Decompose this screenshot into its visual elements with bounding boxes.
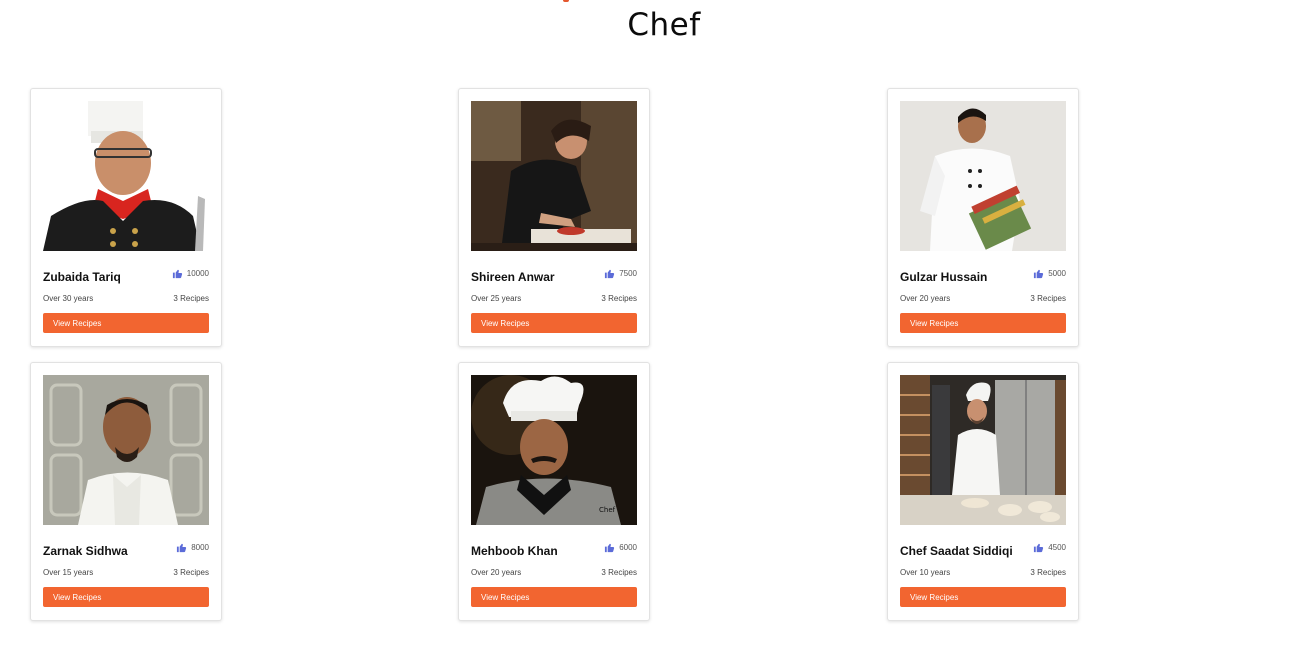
chef-name: Chef Saadat Siddiqi — [900, 544, 1013, 558]
likes-count: 5000 — [1048, 269, 1066, 278]
chef-photo[interactable] — [900, 375, 1066, 525]
experience: Over 25 years — [471, 294, 522, 303]
likes: 8000 — [176, 542, 209, 553]
chef-card: Zarnak Sidhwa 8000 Over 15 years 3 Recip… — [30, 362, 222, 621]
chef-name: Zarnak Sidhwa — [43, 544, 128, 558]
top-accent — [563, 0, 569, 2]
experience: Over 20 years — [471, 568, 522, 577]
likes: 10000 — [172, 268, 209, 279]
likes-count: 8000 — [191, 543, 209, 552]
thumbs-up-icon[interactable] — [604, 268, 615, 279]
experience: Over 30 years — [43, 294, 94, 303]
chef-photo[interactable]: Chef — [471, 375, 637, 525]
likes: 6000 — [604, 542, 637, 553]
thumbs-up-icon[interactable] — [604, 542, 615, 553]
likes-count: 7500 — [619, 269, 637, 278]
chef-name: Gulzar Hussain — [900, 270, 988, 284]
thumbs-up-icon[interactable] — [176, 542, 187, 553]
likes: 7500 — [604, 268, 637, 279]
likes-count: 6000 — [619, 543, 637, 552]
experience: Over 15 years — [43, 568, 94, 577]
likes-count: 10000 — [186, 269, 209, 278]
chef-photo[interactable] — [43, 375, 209, 525]
view-recipes-button[interactable]: View Recipes — [900, 313, 1066, 333]
view-recipes-button[interactable]: View Recipes — [43, 313, 209, 333]
chef-card: Chef Saadat Siddiqi 4500 Over 10 years 3… — [887, 362, 1079, 621]
thumbs-up-icon[interactable] — [1033, 268, 1044, 279]
chef-card: Zubaida Tariq 10000 Over 30 years 3 Reci… — [30, 88, 222, 347]
svg-text:Chef: Chef — [599, 506, 616, 514]
view-recipes-button[interactable]: View Recipes — [43, 587, 209, 607]
chef-name: Mehboob Khan — [471, 544, 558, 558]
chef-photo[interactable] — [43, 101, 209, 251]
chef-photo[interactable] — [900, 101, 1066, 251]
view-recipes-button[interactable]: View Recipes — [471, 587, 637, 607]
chef-card: Gulzar Hussain 5000 Over 20 years 3 Reci… — [887, 88, 1079, 347]
chef-name: Shireen Anwar — [471, 270, 555, 284]
view-recipes-button[interactable]: View Recipes — [900, 587, 1066, 607]
recipes-count: 3 Recipes — [1030, 294, 1066, 303]
chef-card: Chef Mehboob Khan 6000 Over 20 years 3 R… — [458, 362, 650, 621]
chef-name: Zubaida Tariq — [43, 270, 121, 284]
recipes-count: 3 Recipes — [173, 294, 209, 303]
recipes-count: 3 Recipes — [601, 568, 637, 577]
recipes-count: 3 Recipes — [173, 568, 209, 577]
likes: 4500 — [1033, 542, 1066, 553]
experience: Over 20 years — [900, 294, 951, 303]
chef-photo[interactable] — [471, 101, 637, 251]
recipes-count: 3 Recipes — [1030, 568, 1066, 577]
thumbs-up-icon[interactable] — [1033, 542, 1044, 553]
chef-card: Shireen Anwar 7500 Over 25 years 3 Recip… — [458, 88, 650, 347]
view-recipes-button[interactable]: View Recipes — [471, 313, 637, 333]
likes: 5000 — [1033, 268, 1066, 279]
page-title: Chef — [627, 7, 701, 43]
recipes-count: 3 Recipes — [601, 294, 637, 303]
thumbs-up-icon[interactable] — [172, 268, 183, 279]
likes-count: 4500 — [1048, 543, 1066, 552]
experience: Over 10 years — [900, 568, 951, 577]
